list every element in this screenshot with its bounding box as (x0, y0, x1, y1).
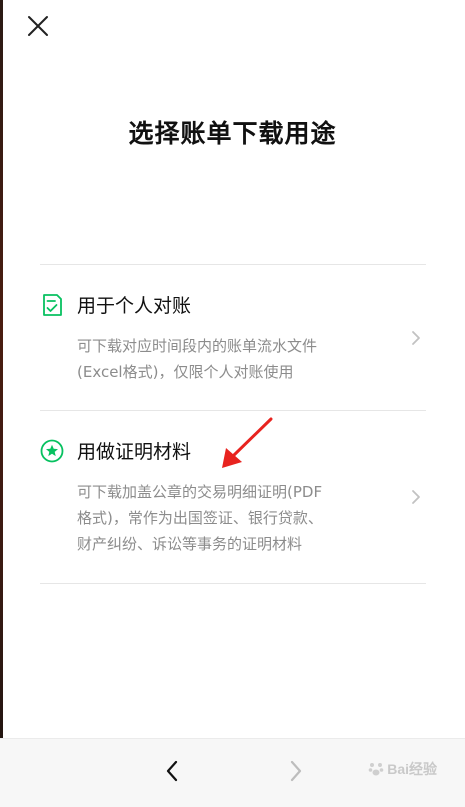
option-description: 可下载对应时间段内的账单流水文件 (Excel格式)，仅限个人对账使用 (77, 333, 377, 385)
divider-bottom (40, 583, 426, 584)
option-title: 用于个人对账 (77, 295, 192, 317)
option-description-line: 财产纠纷、诉讼等事务的证明材料 (77, 535, 303, 553)
option-proof-material[interactable]: 用做证明材料 可下载加盖公章的交易明细证明(PDF 格式)，常作为出国签证、银行… (40, 411, 426, 583)
option-description-line: 可下载加盖公章的交易明细证明(PDF (77, 483, 323, 501)
star-badge-icon (40, 439, 64, 463)
option-personal-reconciliation[interactable]: 用于个人对账 可下载对应时间段内的账单流水文件 (Excel格式)，仅限个人对账… (40, 265, 426, 410)
baidu-watermark: Bai经验 (368, 759, 437, 779)
chevron-right-icon (412, 490, 420, 504)
page-title: 选择账单下载用途 (128, 119, 337, 148)
chevron-right-icon (290, 760, 302, 782)
option-description-line: 可下载对应时间段内的账单流水文件 (77, 337, 318, 355)
chevron-right-icon (412, 331, 420, 345)
paw-logo-icon (368, 763, 384, 776)
chevron-left-icon (166, 760, 178, 782)
back-button[interactable] (156, 755, 188, 787)
watermark-text: Bai经验 (387, 761, 437, 777)
forward-button[interactable] (280, 755, 312, 787)
option-description: 可下载加盖公章的交易明细证明(PDF 格式)，常作为出国签证、银行贷款、 财产纠… (77, 479, 377, 557)
close-icon (28, 16, 48, 36)
checklist-document-icon (43, 294, 62, 316)
bottom-navigation-bar: Bai经验 (0, 738, 465, 807)
close-button[interactable] (22, 10, 54, 42)
option-title: 用做证明材料 (77, 441, 192, 463)
option-description-line: (Excel格式)，仅限个人对账使用 (77, 363, 294, 381)
option-description-line: 格式)，常作为出国签证、银行贷款、 (77, 509, 323, 527)
